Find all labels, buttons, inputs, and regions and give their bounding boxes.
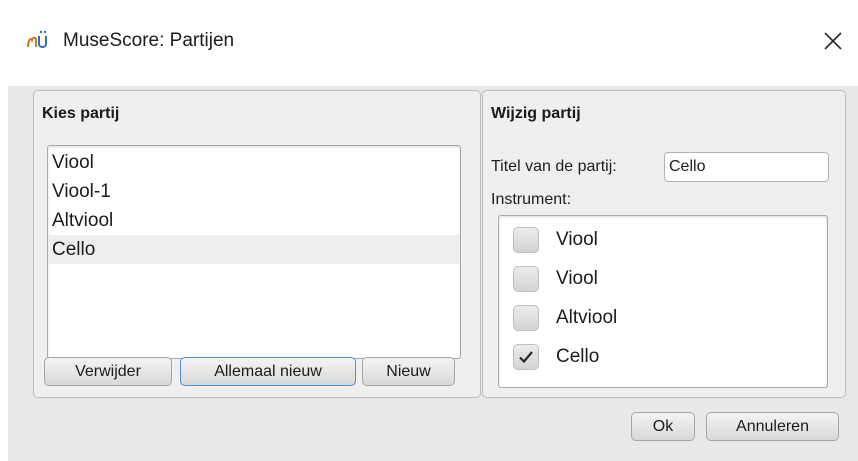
part-list-item[interactable]: Altviool — [48, 206, 460, 235]
part-title-label: Titel van de partij: — [491, 158, 617, 175]
instrument-item[interactable]: Viool — [499, 259, 827, 298]
instrument-label: Instrument: — [491, 191, 572, 208]
choose-part-title: Kies partij — [42, 105, 120, 122]
all-new-button[interactable]: Allemaal nieuw — [180, 357, 356, 386]
edit-part-title: Wijzig partij — [491, 105, 581, 122]
part-list[interactable]: Viool Viool-1 Altviool Cello — [47, 145, 461, 359]
part-list-item[interactable]: Viool — [48, 148, 460, 177]
instrument-name: Altviool — [556, 306, 618, 328]
instrument-checkbox-checked[interactable] — [513, 343, 539, 370]
edit-part-group: Wijzig partij Titel van de partij: Cello… — [482, 90, 846, 398]
ok-button[interactable]: Ok — [631, 412, 695, 441]
instrument-checkbox[interactable] — [513, 265, 539, 292]
instrument-item[interactable]: Viool — [499, 220, 827, 259]
instrument-item[interactable]: Altviool — [499, 298, 827, 337]
musescore-logo-icon — [26, 28, 50, 52]
close-icon — [824, 32, 842, 50]
choose-part-group: Kies partij Viool Viool-1 Altviool Cello… — [33, 90, 481, 398]
part-title-input[interactable]: Cello — [664, 152, 829, 182]
instrument-name: Viool — [556, 228, 598, 250]
checkmark-icon — [519, 350, 533, 363]
instrument-checkbox[interactable] — [513, 304, 539, 331]
window-title: MuseScore: Partijen — [63, 30, 235, 51]
instrument-name: Cello — [556, 345, 600, 367]
title-bar: MuseScore: Partijen — [0, 0, 858, 86]
instrument-item[interactable]: Cello — [499, 337, 827, 376]
close-button[interactable] — [816, 24, 850, 58]
part-list-item-selected[interactable]: Cello — [48, 235, 460, 264]
new-button[interactable]: Nieuw — [362, 357, 455, 386]
delete-button[interactable]: Verwijder — [44, 357, 172, 386]
dialog-body: Kies partij Viool Viool-1 Altviool Cello… — [8, 86, 858, 461]
instrument-list[interactable]: Viool Viool Altviool Cello — [498, 215, 828, 388]
instrument-checkbox[interactable] — [513, 226, 539, 253]
cancel-button[interactable]: Annuleren — [706, 412, 839, 441]
instrument-name: Viool — [556, 267, 598, 289]
part-list-item[interactable]: Viool-1 — [48, 177, 460, 206]
